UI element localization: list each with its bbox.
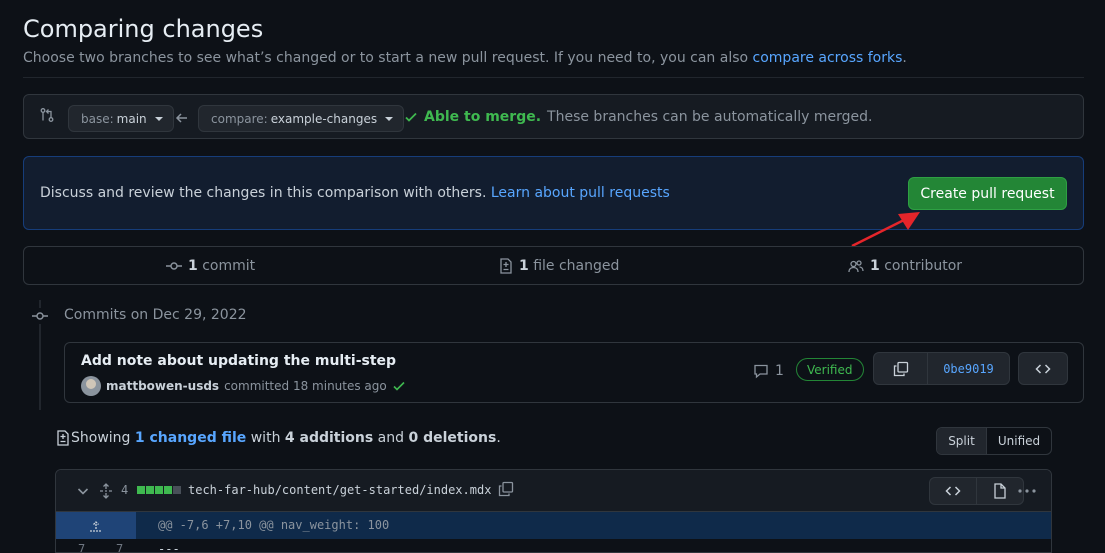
commit-title-link[interactable]: Add note about updating the multi-step — [81, 353, 396, 369]
merge-status: Able to merge. These branches can be aut… — [404, 109, 873, 125]
diff-view-toggle: Split Unified — [936, 427, 1052, 455]
chevron-down-icon — [154, 116, 163, 121]
page-subtitle: Choose two branches to see what’s change… — [23, 50, 907, 66]
files-label: file changed — [533, 258, 620, 274]
expand-all-icon[interactable] — [99, 483, 113, 499]
avatar[interactable] — [81, 376, 101, 396]
diff-line: 7 7 --- — [56, 539, 1051, 553]
deletions-count: 0 deletions — [408, 430, 497, 446]
changed-files-link[interactable]: 1 changed file — [135, 430, 246, 446]
commits-count: 1 — [188, 258, 198, 274]
file-change-count: 4 — [121, 483, 129, 497]
contributors-stat[interactable]: 1 contributor — [848, 258, 962, 274]
files-stat[interactable]: 1 file changed — [499, 258, 619, 274]
diffstat-block — [146, 486, 154, 494]
commit-list-item: Add note about updating the multi-step m… — [64, 342, 1084, 403]
diff-summary-and: and — [377, 430, 405, 446]
learn-about-pull-requests-link[interactable]: Learn about pull requests — [491, 185, 670, 201]
compare-value: example-changes — [270, 111, 378, 126]
compare-label: compare: — [211, 111, 268, 126]
comments-count: 1 — [775, 363, 784, 379]
diffstat-bar — [137, 486, 181, 494]
hunk-text: @@ -7,6 +7,10 @@ nav_weight: 100 — [158, 518, 390, 532]
commits-label: commit — [202, 258, 256, 274]
file-header: 4 tech-far-hub/content/get-started/index… — [56, 470, 1051, 512]
commits-date-heading: Commits on Dec 29, 2022 — [64, 307, 247, 323]
diff-summary-with: with — [250, 430, 281, 446]
diffstat-block — [137, 486, 145, 494]
file-view-buttons — [929, 477, 1024, 505]
subtitle-suffix: . — [902, 50, 907, 66]
expand-up-button[interactable] — [56, 512, 136, 539]
code-icon — [1035, 361, 1051, 377]
copy-icon[interactable] — [498, 481, 514, 497]
check-icon[interactable] — [392, 379, 406, 393]
diffstat-block — [164, 486, 172, 494]
file-path-link[interactable]: tech-far-hub/content/get-started/index.m… — [188, 483, 491, 497]
git-compare-icon — [39, 107, 55, 123]
annotation-arrow-icon — [851, 212, 920, 248]
merge-status-label: Able to merge. — [424, 109, 542, 125]
commit-meta: mattbowen-usds committed 18 minutes ago — [81, 376, 406, 396]
arrow-left-icon — [175, 111, 189, 125]
diff-summary-suffix: . — [496, 430, 501, 446]
split-view-button[interactable]: Split — [937, 428, 987, 454]
old-line-number[interactable]: 7 — [78, 542, 85, 552]
new-line-number[interactable]: 7 — [116, 542, 123, 552]
people-icon — [848, 258, 864, 274]
comparison-stats: 1 commit 1 file changed 1 contributor — [23, 246, 1084, 285]
commits-stat[interactable]: 1 commit — [166, 258, 255, 274]
contributors-label: contributor — [884, 258, 963, 274]
pull-request-blankslate: Discuss and review the changes in this c… — [23, 156, 1084, 230]
code-icon[interactable] — [930, 478, 977, 504]
blankslate-message: Discuss and review the changes in this c… — [40, 185, 487, 201]
diff-summary: Showing 1 changed file with 4 additions … — [56, 430, 501, 446]
comment-icon — [753, 363, 769, 379]
merge-status-detail: These branches can be automatically merg… — [547, 109, 873, 125]
copy-sha-button[interactable] — [874, 353, 928, 384]
chevron-down-icon — [385, 116, 394, 121]
additions-count: 4 additions — [284, 430, 374, 446]
git-commit-icon — [32, 308, 48, 324]
header-divider — [23, 77, 1084, 78]
file-diff-icon — [56, 430, 70, 446]
files-count: 1 — [519, 258, 529, 274]
fold-up-icon — [89, 520, 103, 532]
subtitle-text: Choose two branches to see what’s change… — [23, 50, 749, 66]
commit-time: committed 18 minutes ago — [224, 379, 387, 393]
chevron-down-icon[interactable] — [76, 484, 90, 498]
code-line: --- — [158, 542, 180, 553]
check-icon — [404, 110, 418, 124]
unified-view-button[interactable]: Unified — [987, 428, 1051, 454]
commit-sha-group: 0be9019 — [873, 352, 1010, 385]
file-diff: 4 tech-far-hub/content/get-started/index… — [55, 469, 1052, 553]
base-branch-select[interactable]: base: main — [68, 105, 174, 132]
copy-icon — [893, 361, 909, 377]
range-editor: base: main compare: example-changes Able… — [23, 94, 1084, 139]
commit-author-link[interactable]: mattbowen-usds — [106, 379, 219, 393]
diffstat-block — [173, 486, 181, 494]
commit-comments[interactable]: 1 — [753, 363, 784, 379]
create-pull-request-button[interactable]: Create pull request — [908, 177, 1067, 210]
base-label: base: — [81, 111, 114, 126]
file-icon[interactable] — [977, 478, 1024, 504]
hunk-header: @@ -7,6 +7,10 @@ nav_weight: 100 — [56, 512, 1051, 539]
commit-sha-link[interactable]: 0be9019 — [928, 353, 1009, 384]
compare-branch-select[interactable]: compare: example-changes — [198, 105, 405, 132]
base-value: main — [116, 111, 147, 126]
browse-repository-button[interactable] — [1018, 352, 1068, 385]
compare-across-forks-link[interactable]: compare across forks — [753, 50, 903, 66]
diff-summary-prefix: Showing — [71, 430, 131, 446]
contributors-count: 1 — [870, 258, 880, 274]
diffstat-block — [155, 486, 163, 494]
page-title: Comparing changes — [23, 15, 264, 43]
verified-badge[interactable]: Verified — [796, 358, 864, 381]
git-commit-icon — [166, 258, 182, 274]
kebab-menu-icon[interactable] — [1018, 489, 1036, 493]
file-diff-icon — [499, 258, 513, 274]
blankslate-text: Discuss and review the changes in this c… — [40, 185, 670, 201]
